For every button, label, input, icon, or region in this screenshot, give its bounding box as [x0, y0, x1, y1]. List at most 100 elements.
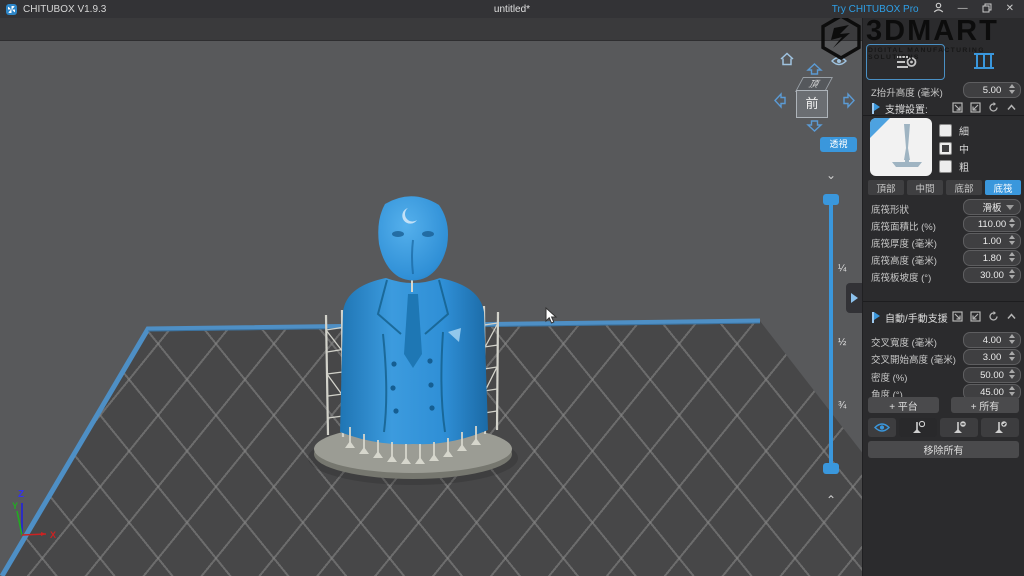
support-settings-title: 支撐設置: [885, 101, 928, 116]
spinner-arrows[interactable] [1009, 334, 1015, 344]
raft-slope-value: 30.00 [980, 270, 1004, 281]
tab-raft[interactable]: 底筏 [985, 180, 1021, 195]
raft-shape-select[interactable]: 滑板 [963, 199, 1021, 215]
close-button[interactable]: ✕ [1006, 4, 1014, 14]
checkbox-medium-checked[interactable] [939, 142, 952, 155]
density-option-medium[interactable]: 中 [939, 141, 969, 156]
tab-middle[interactable]: 中間 [907, 180, 943, 195]
model-head[interactable] [378, 196, 448, 280]
raft-height-value: 1.80 [983, 253, 1002, 264]
spinner-arrows[interactable] [1009, 252, 1015, 262]
raft-slope-input[interactable]: 30.00 [963, 267, 1021, 283]
spinner-arrows[interactable] [1009, 269, 1015, 279]
edit-support-mode-button[interactable] [981, 418, 1019, 437]
rotate-left-arrow[interactable] [774, 92, 786, 109]
raft-height-label: 底筏高度 (毫米) [871, 253, 937, 267]
axis-z-label: Z [18, 489, 24, 500]
manual-support-title: 自動/手動支援 [885, 310, 948, 325]
cross-width-value: 4.00 [983, 335, 1002, 346]
layer-slider-bottom-handle[interactable] [823, 463, 839, 474]
checkbox-fine[interactable] [939, 124, 952, 137]
z-lift-spinner-arrows[interactable] [1009, 84, 1015, 94]
raft-area-label: 底筏面積比 (%) [871, 219, 936, 233]
medium-label: 中 [959, 141, 969, 156]
view-cube-top-label[interactable]: 頂 [807, 79, 821, 89]
raft-area-input[interactable]: 110.00 [963, 216, 1021, 232]
support-minus-icon [952, 420, 966, 435]
add-all-button[interactable]: + 所有 [951, 397, 1019, 413]
import-profile-icon[interactable] [952, 102, 963, 113]
view-cube-front-label[interactable]: 前 [805, 96, 818, 111]
projection-toggle-button[interactable]: 透視 [820, 137, 857, 152]
collapse-section-icon[interactable] [1006, 102, 1017, 113]
slider-down-chevron[interactable]: ⌃ [824, 496, 838, 505]
raft-shape-value: 滑板 [982, 200, 1001, 214]
spinner-arrows[interactable] [1009, 369, 1015, 379]
coarse-label: 粗 [959, 159, 969, 174]
settings-sliders-icon [895, 53, 917, 71]
try-pro-link[interactable]: Try CHITUBOX Pro [832, 4, 919, 15]
fine-label: 細 [959, 123, 969, 138]
view-cube[interactable]: 頂 前 [796, 78, 832, 114]
settings-panel: Z抬升高度 (毫米) 5.00 支撐設置: 細 中 粗 頂部 中間 [862, 18, 1024, 576]
import-profile-icon[interactable] [952, 311, 963, 322]
reset-icon[interactable] [988, 311, 999, 322]
density-option-fine[interactable]: 細 [939, 123, 969, 138]
dropdown-arrow-icon [1006, 205, 1014, 210]
title-bar: CHITUBOX V1.9.3 untitled* Try CHITUBOX P… [0, 0, 1024, 18]
rotate-right-arrow[interactable] [843, 92, 855, 109]
raft-thickness-label: 底筏厚度 (毫米) [871, 236, 937, 250]
spinner-arrows[interactable] [1009, 386, 1015, 396]
build-plate-grid [0, 40, 862, 576]
cross-width-label: 交叉寬度 (毫米) [871, 335, 937, 349]
density-value: 50.00 [980, 370, 1004, 381]
remove-all-button[interactable]: 移除所有 [868, 441, 1019, 458]
account-icon[interactable] [933, 2, 944, 16]
spinner-arrows[interactable] [1009, 235, 1015, 245]
tab-top[interactable]: 頂部 [868, 180, 904, 195]
density-input[interactable]: 50.00 [963, 367, 1021, 383]
mouse-cursor [545, 307, 559, 325]
rotate-up-arrow[interactable] [806, 63, 823, 75]
slider-half-label: ½ [838, 337, 846, 348]
support-preview-thumbnail[interactable] [870, 118, 932, 176]
raft-thickness-value: 1.00 [983, 236, 1002, 247]
spinner-arrows[interactable] [1009, 218, 1015, 228]
spinner-arrows[interactable] [1009, 351, 1015, 361]
tab-support-pillars[interactable] [945, 44, 1022, 78]
viewport-3d[interactable]: 頂 前 透視 ⌄ ¼ ½ ¾ ⌃ Z Y X [0, 40, 862, 576]
slider-up-chevron[interactable]: ⌄ [824, 171, 838, 180]
tab-support-settings[interactable] [866, 44, 945, 80]
panel-collapse-tab[interactable] [846, 283, 862, 313]
flag-icon [871, 103, 880, 114]
layer-slider-top-handle[interactable] [823, 194, 839, 205]
raft-thickness-input[interactable]: 1.00 [963, 233, 1021, 249]
export-profile-icon[interactable] [970, 311, 981, 322]
checkbox-coarse[interactable] [939, 160, 952, 173]
restore-button[interactable] [982, 3, 992, 16]
raft-area-value: 110.00 [978, 219, 1006, 230]
reset-icon[interactable] [988, 102, 999, 113]
manual-support-header-icons [952, 311, 1017, 322]
density-option-coarse[interactable]: 粗 [939, 159, 969, 174]
layer-slider-track[interactable] [829, 198, 833, 470]
delete-support-mode-button[interactable] [940, 418, 978, 437]
z-lift-input[interactable]: 5.00 [963, 82, 1021, 98]
toggle-support-visibility-button[interactable] [868, 418, 896, 437]
home-view-icon[interactable] [779, 52, 795, 66]
collapse-section-icon[interactable] [1006, 311, 1017, 322]
slider-threequarter-label: ¾ [838, 400, 846, 411]
add-platform-button[interactable]: + 平台 [868, 397, 939, 413]
cross-width-input[interactable]: 4.00 [963, 332, 1021, 348]
rotate-down-arrow[interactable] [806, 120, 823, 132]
cross-start-height-input[interactable]: 3.00 [963, 349, 1021, 365]
view-eye-icon[interactable] [831, 55, 847, 67]
add-support-mode-button[interactable] [899, 418, 937, 437]
tab-bottom[interactable]: 底部 [946, 180, 982, 195]
raft-height-input[interactable]: 1.80 [963, 250, 1021, 266]
slider-quarter-label: ¼ [838, 263, 846, 274]
export-profile-icon[interactable] [970, 102, 981, 113]
flag-icon [871, 312, 880, 323]
support-add-icon [911, 420, 925, 435]
minimize-button[interactable]: — [958, 4, 968, 14]
